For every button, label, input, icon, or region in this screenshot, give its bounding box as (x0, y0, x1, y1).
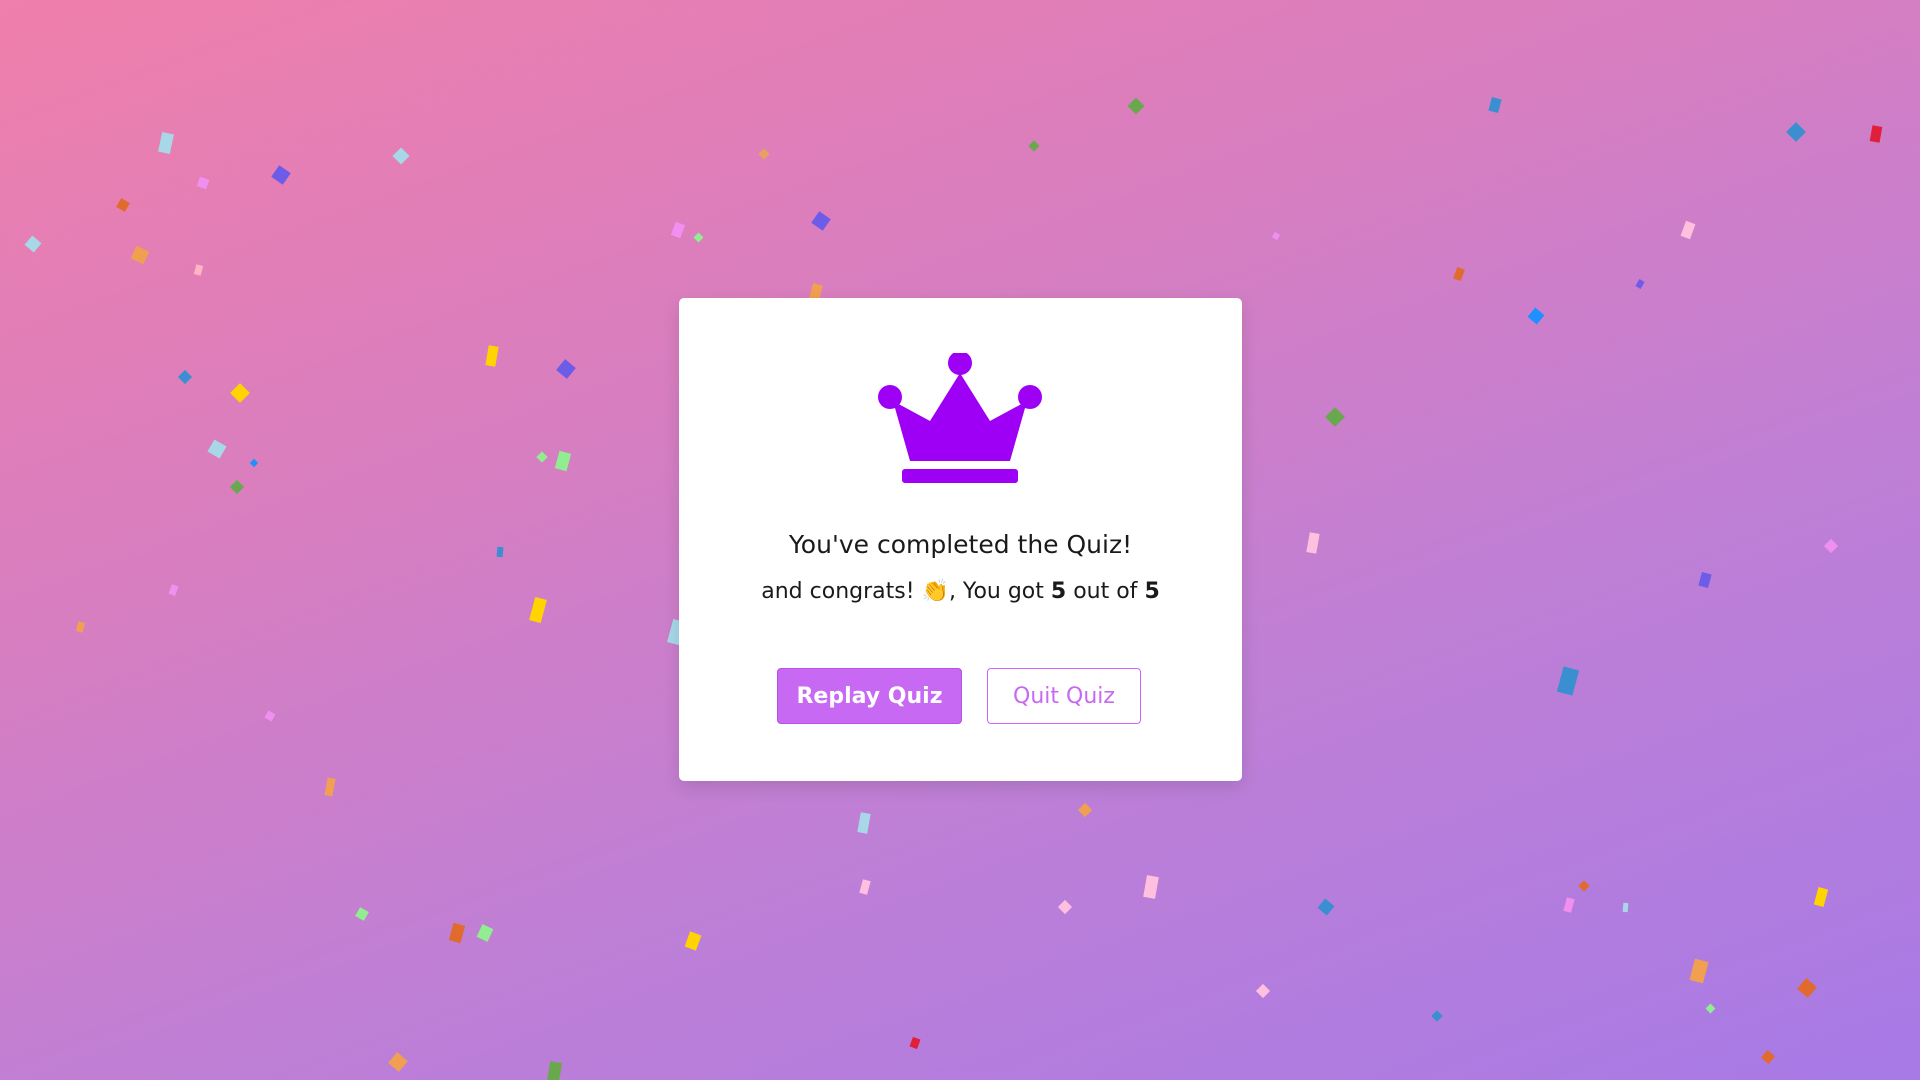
quit-quiz-button[interactable]: Quit Quiz (987, 668, 1141, 724)
confetti-piece (1306, 532, 1320, 554)
confetti-piece (355, 907, 369, 921)
confetti-piece (1698, 571, 1712, 589)
confetti-piece (909, 1036, 921, 1050)
confetti-piece (556, 359, 576, 379)
confetti-piece (1680, 220, 1696, 240)
confetti-piece (193, 264, 204, 276)
score-total: 5 (1144, 579, 1160, 604)
confetti-piece (1869, 125, 1883, 143)
confetti-piece (1797, 978, 1817, 998)
confetti-piece (1578, 880, 1590, 892)
confetti-piece (1527, 307, 1545, 325)
confetti-piece (448, 922, 466, 944)
quiz-result-card: You've completed the Quiz! and congrats!… (679, 298, 1242, 781)
confetti-piece (1325, 407, 1345, 427)
confetti-piece (1760, 1049, 1776, 1065)
confetti-piece (1622, 902, 1629, 913)
confetti-piece (1431, 1010, 1443, 1022)
confetti-piece (1823, 538, 1839, 554)
confetti-piece (1028, 140, 1040, 152)
confetti-piece (1813, 887, 1829, 907)
replay-quiz-button[interactable]: Replay Quiz (777, 668, 962, 724)
confetti-piece (476, 924, 494, 942)
confetti-piece (207, 439, 227, 459)
confetti-piece (1255, 983, 1271, 999)
confetti-piece (1705, 1003, 1716, 1014)
crown-icon (878, 353, 1042, 483)
confetti-piece (24, 235, 42, 253)
confetti-piece (264, 710, 276, 722)
confetti-piece (1556, 666, 1580, 696)
confetti-piece (116, 198, 130, 212)
confetti-piece (230, 383, 250, 403)
score-value: 5 (1050, 579, 1067, 604)
confetti-piece (324, 777, 336, 797)
confetti-piece (229, 479, 245, 495)
confetti-piece (554, 450, 572, 472)
confetti-piece (857, 812, 871, 834)
confetti-piece (1635, 279, 1645, 289)
confetti-piece (684, 931, 702, 951)
confetti-piece (158, 131, 174, 155)
confetti-piece (1786, 122, 1806, 142)
confetti-piece (271, 165, 291, 185)
confetti-piece (1317, 898, 1335, 916)
result-title: You've completed the Quiz! (788, 530, 1133, 559)
score-prefix: , You got (948, 579, 1044, 604)
confetti-piece (529, 596, 547, 624)
confetti-piece (1563, 897, 1575, 913)
confetti-piece (758, 148, 770, 160)
confetti-piece (545, 1061, 563, 1080)
confetti-piece (177, 369, 193, 385)
confetti-piece (536, 451, 548, 463)
score-summary: and congrats! 👏, You got 5 out of 5 (679, 579, 1242, 604)
confetti-piece (388, 1052, 408, 1072)
confetti-piece (1689, 958, 1709, 984)
confetti-piece (130, 245, 150, 265)
confetti-piece (670, 221, 686, 239)
score-middle: out of (1073, 579, 1138, 604)
confetti-piece (1271, 231, 1281, 241)
confetti-piece (75, 621, 86, 633)
confetti-piece (168, 584, 179, 596)
confetti-piece (392, 147, 410, 165)
confetti-piece (496, 546, 504, 558)
congrats-text: and congrats! (761, 579, 915, 604)
confetti-piece (693, 232, 704, 243)
confetti-piece (859, 879, 871, 895)
confetti-piece (1143, 875, 1159, 899)
confetti-piece (196, 176, 210, 190)
confetti-piece (1057, 899, 1073, 915)
confetti-piece (485, 345, 499, 367)
confetti-piece (1127, 97, 1145, 115)
confetti-piece (249, 458, 259, 468)
clapping-hands-icon: 👏 (921, 579, 949, 604)
confetti-piece (1453, 266, 1465, 282)
confetti-piece (1488, 96, 1502, 114)
confetti-piece (1077, 802, 1093, 818)
confetti-piece (811, 211, 831, 231)
